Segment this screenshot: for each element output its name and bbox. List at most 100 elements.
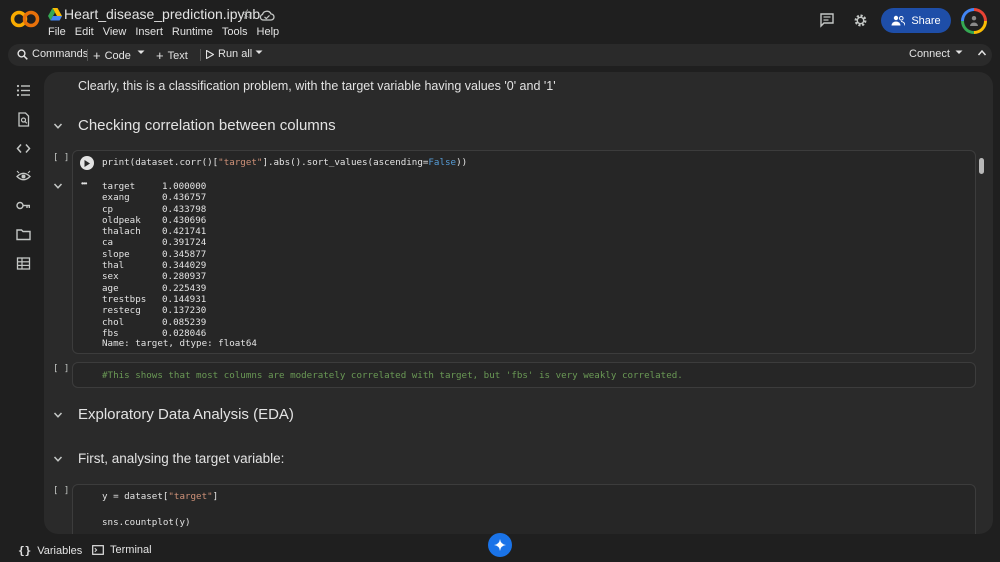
- menu-insert[interactable]: Insert: [135, 26, 163, 38]
- output-correlation-value: 0.430696: [162, 214, 207, 226]
- cell-output: target 1.000000 exang 0.436757 cp 0.433798 old…: [102, 181, 206, 339]
- output-row: oldpeak 0.430696: [102, 215, 206, 226]
- caret-down-icon: [255, 50, 263, 54]
- menu-edit[interactable]: Edit: [75, 26, 94, 38]
- code-line[interactable]: print(dataset.corr()["target"].abs().sor…: [102, 157, 467, 168]
- key-icon[interactable]: [16, 198, 31, 213]
- cell-execution-count: [ ]: [53, 486, 70, 496]
- toolbar-divider: [200, 49, 201, 61]
- caret-down-icon: [955, 50, 963, 54]
- menu-view[interactable]: View: [103, 26, 127, 38]
- output-column-name: thalach: [102, 226, 141, 238]
- drive-icon: [48, 8, 62, 21]
- gemini-assistant-button[interactable]: [488, 533, 512, 557]
- output-correlation-value: 0.225439: [162, 282, 207, 294]
- variable-inspector-icon[interactable]: [16, 169, 31, 184]
- gear-icon[interactable]: [852, 12, 869, 29]
- terminal-button[interactable]: Terminal: [92, 544, 152, 556]
- menu-tools[interactable]: Tools: [222, 26, 248, 38]
- collapse-section-chevron-icon[interactable]: [53, 410, 63, 420]
- output-column-name: exang: [102, 192, 130, 204]
- output-correlation-value: 0.344029: [162, 260, 207, 272]
- table-of-contents-icon[interactable]: [16, 83, 31, 98]
- output-row: slope 0.345877: [102, 249, 206, 260]
- connect-button[interactable]: Connect: [909, 48, 950, 60]
- code-snippets-icon[interactable]: [16, 141, 31, 156]
- caret-down-icon: [137, 50, 145, 54]
- play-icon: [206, 49, 214, 59]
- code-cell-correlation[interactable]: [72, 150, 976, 354]
- text-label: Text: [167, 49, 188, 62]
- add-code-button[interactable]: + Code: [93, 48, 131, 63]
- top-header: Heart_disease_prediction.ipynb ☆ File Ed…: [0, 0, 1000, 42]
- variables-label: Variables: [37, 544, 83, 557]
- terminal-label: Terminal: [110, 544, 152, 556]
- cell-execution-count: [ ]: [53, 153, 70, 163]
- output-row: sex 0.280937: [102, 271, 206, 282]
- folder-icon[interactable]: [16, 227, 31, 242]
- output-correlation-value: 0.436757: [162, 192, 207, 204]
- output-column-name: target: [102, 181, 136, 192]
- more-options-button[interactable]: [977, 48, 987, 58]
- variables-button[interactable]: {} Variables: [18, 544, 82, 557]
- menu-help[interactable]: Help: [257, 26, 280, 38]
- run-all-button[interactable]: Run all: [206, 48, 252, 60]
- output-row: thalach 0.421741: [102, 226, 206, 237]
- plus-icon: +: [93, 48, 101, 63]
- collapse-section-chevron-icon[interactable]: [53, 121, 63, 131]
- menu-file[interactable]: File: [48, 26, 66, 38]
- output-row: exang 0.436757: [102, 192, 206, 203]
- output-correlation-value: 0.280937: [162, 271, 207, 283]
- section-heading-eda[interactable]: Exploratory Data Analysis (EDA): [78, 406, 294, 423]
- commands-button[interactable]: Commands: [17, 48, 88, 60]
- run-all-label: Run all: [218, 48, 253, 60]
- section-heading-target[interactable]: First, analysing the target variable:: [78, 451, 284, 466]
- markdown-text-cell[interactable]: Clearly, this is a classification proble…: [78, 79, 556, 93]
- collapse-output-chevron-icon[interactable]: [53, 181, 63, 191]
- section-heading-correlation[interactable]: Checking correlation between columns: [78, 117, 336, 134]
- output-column-name: restecg: [102, 305, 141, 317]
- find-replace-icon[interactable]: [16, 112, 31, 127]
- code-line[interactable]: y = dataset["target"]: [102, 491, 218, 502]
- run-cell-button[interactable]: [80, 156, 94, 170]
- comment-icon[interactable]: [819, 12, 835, 28]
- braces-icon: {}: [18, 544, 32, 557]
- account-avatar[interactable]: [961, 8, 987, 34]
- output-row: ca 0.391724: [102, 237, 206, 248]
- code-dropdown-button[interactable]: [137, 48, 145, 56]
- output-actions-ellipsis[interactable]: •••: [81, 179, 87, 188]
- cell-scrollbar[interactable]: [979, 158, 984, 174]
- star-icon[interactable]: ☆: [241, 6, 254, 23]
- collapse-section-chevron-icon[interactable]: [53, 454, 63, 464]
- chevron-up-icon: [977, 49, 987, 56]
- output-column-name: chol: [102, 316, 125, 328]
- output-correlation-value: 0.137230: [162, 305, 207, 317]
- menu-runtime[interactable]: Runtime: [172, 26, 213, 38]
- play-icon: [84, 159, 90, 167]
- code-line[interactable]: sns.countplot(y): [102, 517, 191, 528]
- connect-dropdown-button[interactable]: [955, 48, 963, 56]
- output-row: restecg 0.137230: [102, 305, 206, 316]
- notebook-title[interactable]: Heart_disease_prediction.ipynb: [64, 6, 260, 22]
- output-column-name: ca: [102, 237, 114, 249]
- output-column-name: slope: [102, 248, 130, 260]
- output-correlation-value: 0.433798: [162, 203, 207, 215]
- share-button[interactable]: Share: [881, 8, 951, 33]
- plus-icon: +: [156, 48, 164, 63]
- output-correlation-value: 0.421741: [162, 226, 207, 238]
- share-label: Share: [911, 14, 941, 27]
- output-column-name: age: [102, 282, 119, 294]
- colab-logo[interactable]: [10, 8, 40, 30]
- code-label: Code: [104, 49, 131, 62]
- run-all-dropdown-button[interactable]: [255, 48, 263, 56]
- people-icon: [891, 15, 906, 26]
- table-icon[interactable]: [16, 256, 31, 271]
- cell-execution-count: [ ]: [53, 364, 70, 374]
- notebook-toolbar: Commands + Code + Text Run all Connect: [8, 44, 992, 66]
- output-column-name: trestbps: [102, 293, 147, 305]
- commands-label: Commands: [32, 48, 89, 60]
- cloud-saved-icon[interactable]: [259, 8, 275, 22]
- code-comment-line[interactable]: #This shows that most columns are modera…: [102, 370, 683, 381]
- add-text-button[interactable]: + Text: [156, 48, 188, 63]
- menu-bar: File Edit View Insert Runtime Tools Help: [48, 26, 288, 38]
